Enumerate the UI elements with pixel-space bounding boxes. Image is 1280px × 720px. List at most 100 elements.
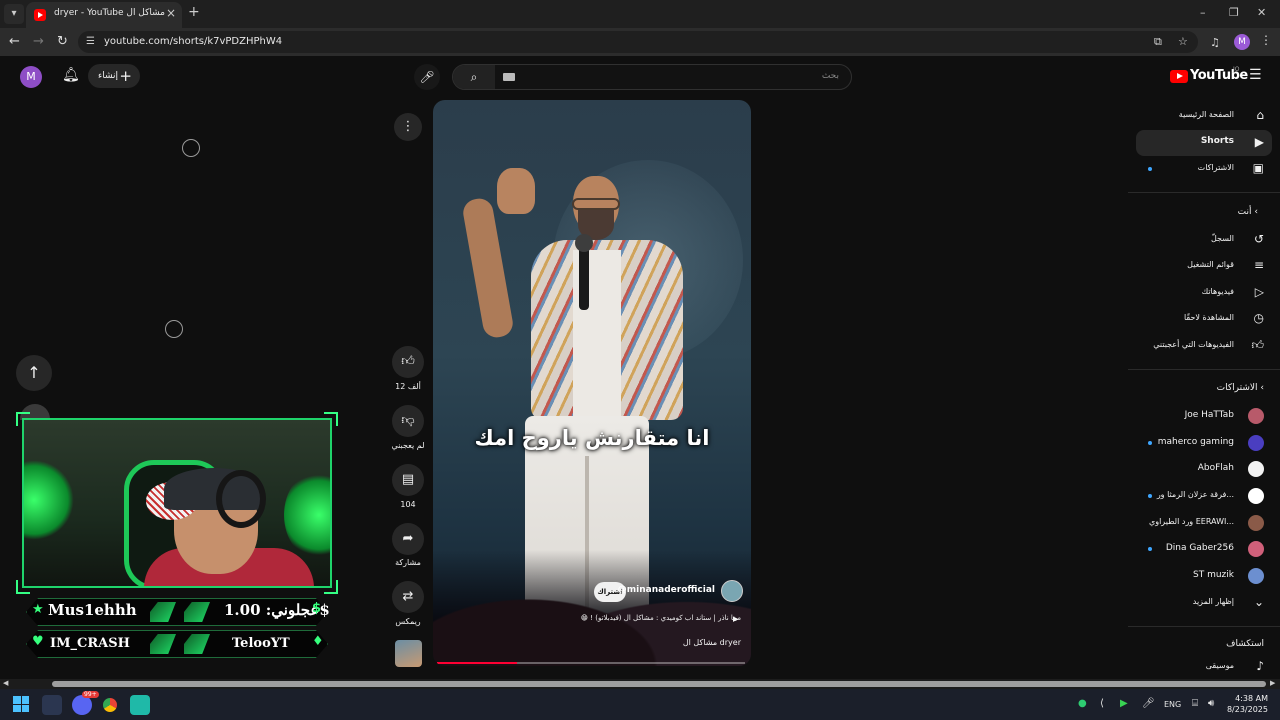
video-title[interactable]: مينا ناذر | ستاند اب كوميدي : مشاكل ال (…: [571, 614, 741, 622]
channel-avatar: [1248, 461, 1264, 477]
network-icon[interactable]: ⌸: [1192, 698, 1198, 709]
like-thumb-up-icon[interactable]: 👍︎: [392, 346, 424, 378]
sidebar-subscription[interactable]: maherco gaming: [1136, 430, 1272, 456]
dislike-thumb-down-icon[interactable]: 👎︎: [392, 405, 424, 437]
browser-profile-avatar[interactable]: M: [1234, 34, 1250, 50]
close-window-button[interactable]: ✕: [1257, 6, 1266, 19]
sidebar-item-history[interactable]: ↺ السجلّ: [1136, 227, 1272, 253]
url-text[interactable]: youtube.com/shorts/k7vPDZHPhW4: [104, 36, 282, 47]
sidebar-subscription[interactable]: Joe HaTTab: [1136, 403, 1272, 429]
sidebar-item-watch-later[interactable]: ◷ المشاهدة لاحقًا: [1136, 306, 1272, 332]
headphones: [216, 470, 266, 528]
watch-later-icon: ◷: [1253, 311, 1264, 325]
audience-silhouettes: [433, 550, 751, 666]
sidebar-subscription[interactable]: Dina Gaber256: [1136, 536, 1272, 562]
short-video-player[interactable]: انا متقارنش ياروح امك اشتراك @minanadero…: [433, 100, 751, 666]
chrome-icon[interactable]: [100, 695, 120, 715]
browser-tab[interactable]: dryer - YouTube مشاكل ال ×: [26, 2, 182, 28]
channel-name[interactable]: @minanaderofficial: [618, 585, 715, 595]
tray-status-icon[interactable]: ●: [1078, 698, 1087, 709]
install-app-icon[interactable]: ⧉: [1154, 35, 1162, 49]
language-indicator[interactable]: ENG: [1164, 700, 1181, 709]
sidebar-item-music[interactable]: ♪ موسيقى: [1136, 654, 1272, 680]
maximize-button[interactable]: ❐: [1229, 6, 1239, 19]
video-progress-bar[interactable]: [437, 662, 745, 664]
new-tab-button[interactable]: +: [188, 4, 200, 20]
account-avatar[interactable]: M: [20, 66, 42, 88]
search-box[interactable]: ⌕ بحث: [452, 64, 852, 90]
address-bar[interactable]: ☰ youtube.com/shorts/k7vPDZHPhW4 ⧉ ☆: [78, 31, 1198, 53]
chevron-down-icon: ⌄: [1253, 595, 1264, 609]
music-icon: ♪: [1256, 659, 1264, 673]
sidebar-item-label: الصفحة الرئيسية: [1178, 110, 1234, 119]
create-button[interactable]: إنشاء +: [88, 64, 140, 88]
subscriptions-section-heading[interactable]: الاشتراكات ‹: [1217, 383, 1264, 393]
tab-close-icon[interactable]: ×: [166, 6, 176, 20]
you-heading-label: أنت: [1237, 207, 1252, 217]
guide-menu-icon[interactable]: ☰: [1249, 67, 1262, 83]
new-content-dot: [1148, 167, 1152, 171]
sidebar-item-liked-videos[interactable]: 👍︎ الفيديوهات التي أعجبتني: [1136, 333, 1272, 359]
sidebar-item-playlists[interactable]: ≡ قوائم التشغيل: [1136, 253, 1272, 279]
sidebar-item-shorts[interactable]: ▶ Shorts: [1136, 130, 1272, 156]
discord-badge: 99+: [82, 691, 99, 698]
sidebar-item-home[interactable]: ⌂ الصفحة الرئيسية: [1136, 103, 1272, 129]
you-section-heading[interactable]: أنت ‹: [1238, 207, 1264, 217]
share-arrow-icon[interactable]: ➦: [392, 523, 424, 555]
green-smoke: [24, 460, 74, 540]
bookmark-star-icon[interactable]: ☆: [1178, 35, 1188, 48]
video-progress-fill: [437, 662, 518, 664]
scrollbar-thumb[interactable]: [52, 681, 1266, 687]
sound-title[interactable]: مشاكل ال dryer: [633, 638, 741, 647]
media-controls-icon[interactable]: ♫: [1210, 36, 1220, 49]
sidebar: ⌂ الصفحة الرئيسية ▶ Shorts ▣ الاشتراكات …: [1128, 100, 1280, 680]
browser-menu-icon[interactable]: ⋮: [1260, 33, 1272, 47]
remix-icon[interactable]: ⇄: [392, 581, 424, 613]
site-info-icon[interactable]: ☰: [86, 36, 95, 47]
search-icon[interactable]: ⌕: [453, 65, 495, 89]
minimize-button[interactable]: –: [1200, 6, 1206, 19]
voice-search-mic-icon[interactable]: 🎤︎: [414, 64, 440, 90]
channel-row[interactable]: @minanaderofficial: [593, 580, 743, 602]
sidebar-item-subscriptions[interactable]: ▣ الاشتراكات: [1136, 156, 1272, 182]
tray-back-icon[interactable]: ⟨: [1100, 698, 1104, 709]
playlist-icon: ≡: [1253, 258, 1264, 272]
more-options-icon[interactable]: ⋮: [394, 113, 422, 141]
horizontal-scrollbar[interactable]: ◀ ▶: [0, 679, 1280, 689]
forward-arrow-icon[interactable]: →: [33, 34, 44, 49]
discord-icon[interactable]: 99+: [72, 691, 99, 715]
sidebar-subscription[interactable]: AboFlah: [1136, 456, 1272, 482]
divider: [1128, 192, 1280, 193]
reload-icon[interactable]: ↻: [57, 34, 68, 49]
channel-name: Dina Gaber256: [1165, 543, 1234, 553]
search-input[interactable]: بحث: [822, 71, 839, 81]
raised-arm: [461, 196, 515, 340]
tab-search-button[interactable]: ▾: [4, 4, 24, 24]
youtube-favicon-icon: [34, 9, 46, 21]
volume-icon[interactable]: 🔊︎: [1208, 698, 1214, 709]
sidebar-show-more[interactable]: ⌄ إظهار المزيد: [1136, 590, 1272, 616]
sidebar-item-label: الاشتراكات: [1197, 163, 1234, 172]
sidebar-subscription[interactable]: فرقة عزلان الرمثا ور...: [1136, 483, 1272, 509]
sidebar-subscription[interactable]: ST muzik: [1136, 563, 1272, 589]
sidebar-item-label: فيديوهاتك: [1201, 287, 1234, 296]
scroll-left-arrow-icon[interactable]: ◀: [3, 679, 8, 687]
scroll-right-arrow-icon[interactable]: ▶: [1270, 679, 1275, 687]
tray-mic-icon[interactable]: 🎤︎: [1142, 698, 1155, 709]
sidebar-subscription[interactable]: ورد الطيراوي EERAWI...: [1136, 510, 1272, 536]
windows-start-icon[interactable]: [13, 696, 29, 712]
taskbar-clock[interactable]: 4:38 AM 8/23/2025: [1222, 693, 1268, 715]
tray-play-icon[interactable]: ▶: [1120, 698, 1128, 709]
previous-short-arrow-up-icon[interactable]: ↑: [16, 355, 52, 391]
comments-icon[interactable]: ▤: [392, 464, 424, 496]
sound-thumbnail[interactable]: [395, 640, 422, 667]
channel-avatar[interactable]: [721, 580, 743, 602]
back-arrow-icon[interactable]: ←: [9, 34, 20, 49]
your-videos-icon: ▷: [1254, 285, 1264, 299]
task-view-icon[interactable]: [42, 695, 62, 715]
loading-spinner-icon: [165, 320, 183, 338]
notifications-bell-icon[interactable]: 🔔︎: [62, 67, 80, 83]
app-icon[interactable]: [130, 695, 150, 715]
sidebar-item-your-videos[interactable]: ▷ فيديوهاتك: [1136, 280, 1272, 306]
keyboard-icon[interactable]: [503, 73, 515, 81]
